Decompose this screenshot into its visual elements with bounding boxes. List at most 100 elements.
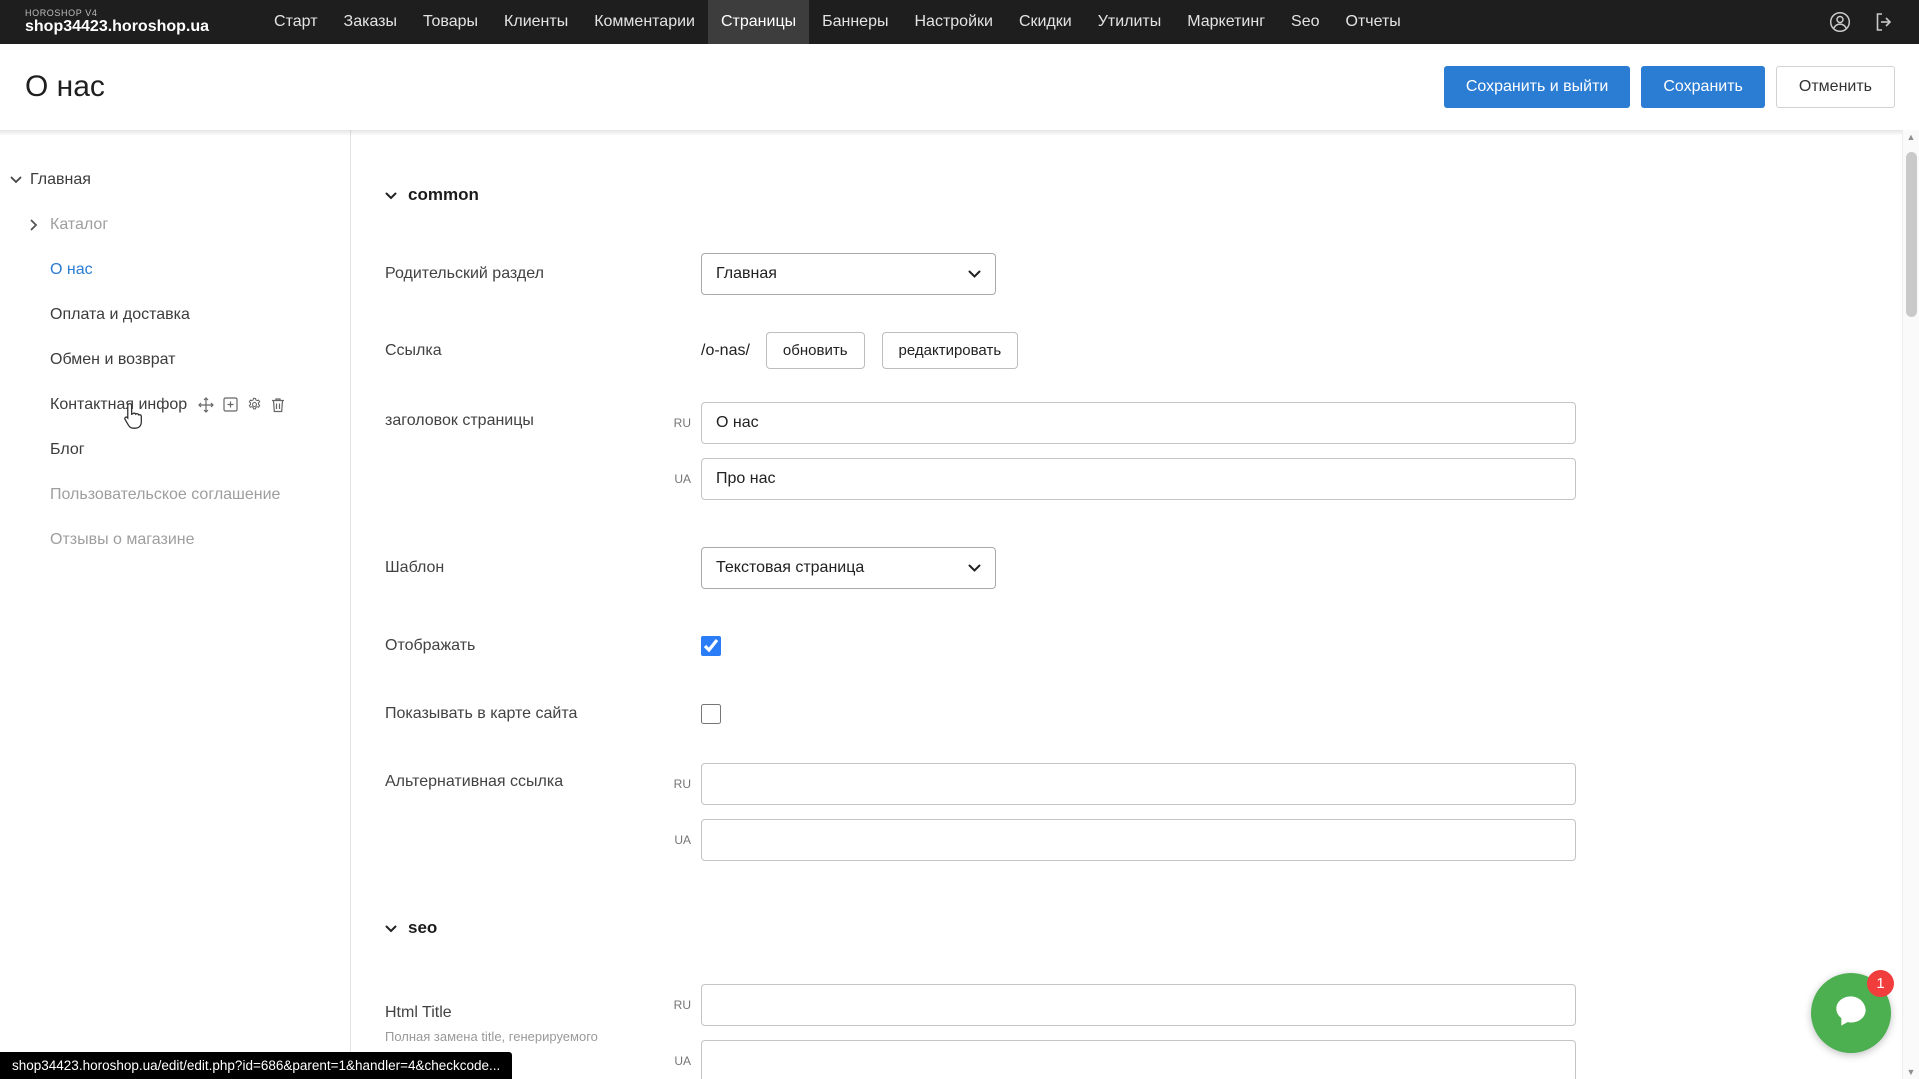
- chat-button[interactable]: 1: [1811, 973, 1891, 1053]
- sidebar-item-oplata[interactable]: Оплата и доставка: [0, 292, 350, 337]
- parent-section-select[interactable]: Главная: [701, 253, 996, 295]
- status-url: shop34423.horoshop.ua/edit/edit.php?id=6…: [0, 1052, 512, 1079]
- menu-item-orders[interactable]: Заказы: [331, 0, 410, 44]
- sidebar-item-o-nas[interactable]: О нас: [0, 247, 350, 292]
- sidebar-item-label: О нас: [50, 261, 93, 279]
- menu-item-comments[interactable]: Комментарии: [581, 0, 708, 44]
- link-label: Ссылка: [385, 342, 701, 360]
- page-title-label: заголовок страницы: [385, 402, 665, 500]
- alt-link-ru-input[interactable]: [701, 763, 1576, 805]
- link-path: /o-nas/: [701, 342, 750, 360]
- lang-tag-ua: UA: [665, 472, 701, 486]
- page-title-ua-input[interactable]: [701, 458, 1576, 500]
- menu-item-clients[interactable]: Клиенты: [491, 0, 581, 44]
- add-icon[interactable]: [223, 397, 238, 412]
- menu-item-seo[interactable]: Seo: [1278, 0, 1332, 44]
- chat-icon: [1831, 991, 1871, 1036]
- html-title-ua-input[interactable]: [701, 1040, 1576, 1079]
- display-row: Отображать: [385, 636, 1919, 656]
- body: Главная Каталог О нас Оплата и доставка …: [0, 130, 1919, 1079]
- sitemap-row: Показывать в карте сайта: [385, 704, 1919, 724]
- html-title-label: Html Title: [385, 994, 665, 1022]
- alt-link-row: Альтернативная ссылка RU UA: [385, 763, 1919, 861]
- sidebar-item-soglashenie[interactable]: Пользовательское соглашение: [0, 472, 350, 517]
- sidebar-item-katalog[interactable]: Каталог: [0, 202, 350, 247]
- pages-tree-sidebar: Главная Каталог О нас Оплата и доставка …: [0, 130, 351, 1079]
- chevron-down-icon: [968, 559, 981, 577]
- content-scrollbar[interactable]: ▲ ▼: [1902, 130, 1919, 1079]
- save-exit-button[interactable]: Сохранить и выйти: [1444, 66, 1631, 108]
- menu-item-marketing[interactable]: Маркетинг: [1174, 0, 1278, 44]
- parent-section-row: Родительский раздел Главная: [385, 253, 1919, 295]
- app: HOROSHOP V4 shop34423.horoshop.ua Старт …: [0, 0, 1919, 1079]
- delete-icon[interactable]: [271, 397, 285, 413]
- sidebar-item-obmen[interactable]: Обмен и возврат: [0, 337, 350, 382]
- lang-tag-ua: UA: [665, 833, 701, 847]
- sidebar-item-glavnaya[interactable]: Главная: [0, 157, 350, 202]
- settings-icon[interactable]: [247, 397, 262, 412]
- section-seo[interactable]: seo: [385, 918, 1919, 938]
- menu-item-utilities[interactable]: Утилиты: [1085, 0, 1175, 44]
- sidebar-item-label: Отзывы о магазине: [50, 531, 195, 549]
- menu-item-reports[interactable]: Отчеты: [1333, 0, 1414, 44]
- sitemap-label: Показывать в карте сайта: [385, 705, 701, 723]
- menu-item-pages[interactable]: Страницы: [708, 0, 809, 44]
- page-title-inputs: RU UA: [665, 402, 1576, 500]
- template-row: Шаблон Текстовая страница: [385, 547, 1919, 589]
- link-refresh-button[interactable]: обновить: [766, 332, 865, 369]
- menu-item-products[interactable]: Товары: [410, 0, 491, 44]
- section-common[interactable]: common: [385, 185, 1919, 205]
- drag-icon[interactable]: [198, 397, 214, 413]
- menu-item-banners[interactable]: Баннеры: [809, 0, 901, 44]
- page-title-ru-input[interactable]: [701, 402, 1576, 444]
- cancel-button[interactable]: Отменить: [1776, 66, 1895, 108]
- scrollbar-thumb[interactable]: [1906, 152, 1917, 317]
- lang-tag-ru: RU: [665, 416, 701, 430]
- lang-tag-ua: UA: [665, 1054, 701, 1068]
- sidebar-item-label: Блог: [50, 441, 85, 459]
- alt-link-label: Альтернативная ссылка: [385, 763, 665, 861]
- sidebar-item-label: Каталог: [50, 216, 108, 234]
- select-value: Главная: [716, 265, 777, 283]
- link-edit-button[interactable]: редактировать: [882, 332, 1019, 369]
- html-title-hint: Полная замена title, генерируемого: [385, 1028, 665, 1045]
- brand[interactable]: HOROSHOP V4 shop34423.horoshop.ua: [25, 0, 209, 44]
- sidebar-item-label: Оплата и доставка: [50, 306, 190, 324]
- link-row: Ссылка /o-nas/ обновить редактировать: [385, 332, 1919, 369]
- alt-link-ua-input[interactable]: [701, 819, 1576, 861]
- menu-item-settings[interactable]: Настройки: [901, 0, 1005, 44]
- chevron-down-icon[interactable]: [10, 176, 30, 184]
- scroll-down-arrow-icon[interactable]: ▼: [1907, 1065, 1916, 1079]
- save-button[interactable]: Сохранить: [1641, 66, 1765, 108]
- menu-item-discounts[interactable]: Скидки: [1006, 0, 1085, 44]
- section-title: common: [408, 185, 479, 205]
- lang-tag-ru: RU: [665, 998, 701, 1012]
- page-edit-form: common Родительский раздел Главная Ссылк…: [351, 130, 1919, 1079]
- lang-tag-ru: RU: [665, 777, 701, 791]
- chat-unread-badge: 1: [1867, 970, 1894, 997]
- sidebar-item-otzyvy[interactable]: Отзывы о магазине: [0, 517, 350, 562]
- logout-icon[interactable]: [1873, 11, 1895, 33]
- sitemap-checkbox[interactable]: [701, 704, 721, 724]
- main-menu: Старт Заказы Товары Клиенты Комментарии …: [261, 0, 1414, 44]
- chevron-right-icon[interactable]: [30, 219, 50, 231]
- html-title-ru-input[interactable]: [701, 984, 1576, 1026]
- section-title: seo: [408, 918, 437, 938]
- topbar: HOROSHOP V4 shop34423.horoshop.ua Старт …: [0, 0, 1919, 44]
- sidebar-item-blog[interactable]: Блог: [0, 427, 350, 472]
- scroll-up-arrow-icon[interactable]: ▲: [1907, 130, 1916, 144]
- page-title-row: заголовок страницы RU UA: [385, 402, 1919, 500]
- html-title-row: Html Title Полная замена title, генериру…: [385, 984, 1919, 1079]
- chevron-down-icon: [968, 265, 981, 283]
- sidebar-item-label: Главная: [30, 171, 91, 189]
- parent-section-label: Родительский раздел: [385, 265, 701, 283]
- alt-link-inputs: RU UA: [665, 763, 1576, 861]
- template-select[interactable]: Текстовая страница: [701, 547, 996, 589]
- sidebar-item-kontaktnaya[interactable]: Контактная инфор: [0, 382, 350, 427]
- account-icon[interactable]: [1829, 11, 1851, 33]
- brand-domain: shop34423.horoshop.ua: [25, 18, 209, 36]
- topbar-icons: [1829, 0, 1895, 44]
- brand-version: HOROSHOP V4: [25, 8, 209, 18]
- menu-item-start[interactable]: Старт: [261, 0, 330, 44]
- display-checkbox[interactable]: [701, 636, 721, 656]
